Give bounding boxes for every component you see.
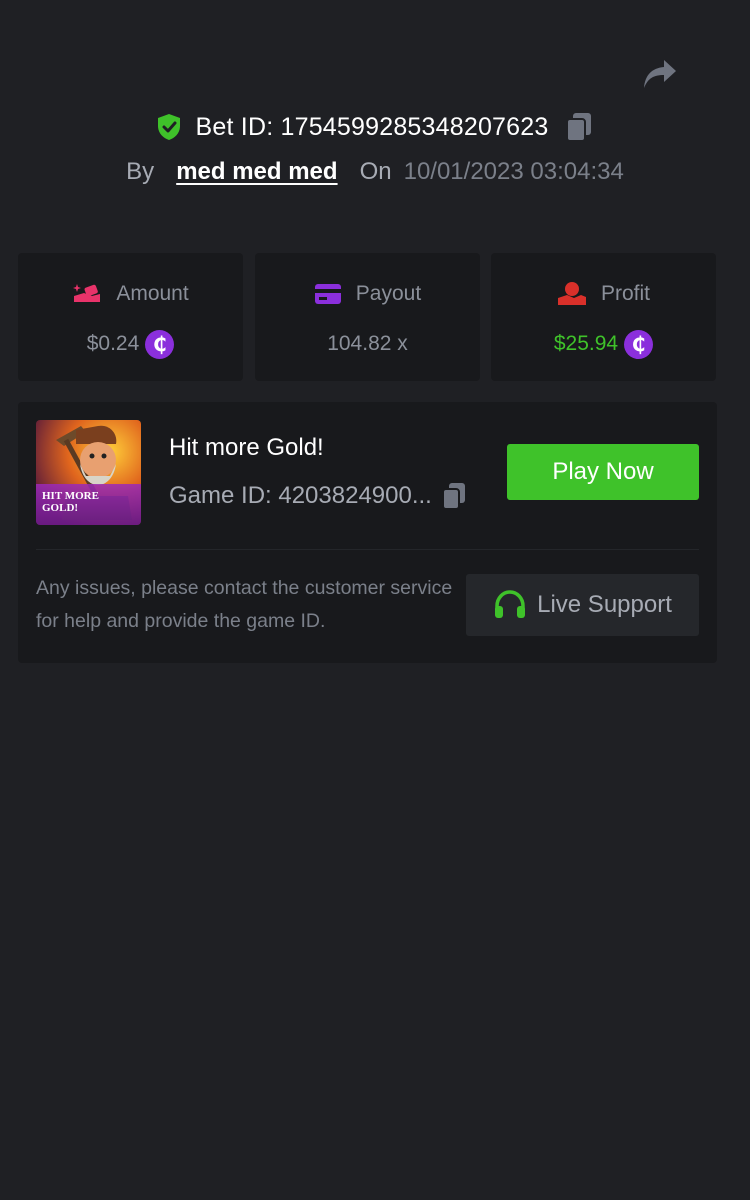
thumbnail-title: HIT MORE GOLD! (42, 490, 99, 514)
live-support-button[interactable]: Live Support (466, 574, 699, 636)
hand-money-icon (557, 282, 586, 305)
on-label: On (359, 158, 392, 185)
shield-check-icon (157, 114, 180, 140)
share-button[interactable] (640, 56, 680, 92)
amount-label: Amount (116, 282, 189, 305)
headset-icon (495, 590, 526, 618)
live-support-label: Live Support (537, 591, 672, 618)
game-id-text: Game ID: 4203824900... (169, 482, 432, 509)
profit-value: $25.94 (553, 332, 619, 355)
bet-id-row: Bet ID: 1754599285348207623 (0, 106, 750, 148)
game-card: HIT MORE GOLD! Hit more Gold! Game ID: 4… (18, 402, 717, 663)
profit-label: Profit (600, 282, 650, 305)
payout-label: Payout (355, 282, 422, 305)
card-icon (314, 284, 341, 304)
username-link[interactable]: med med med (176, 158, 337, 186)
payout-value: 104.82 x (327, 332, 408, 355)
amount-value: $0.24 (86, 332, 140, 355)
coin-icon: ₵ (145, 329, 175, 359)
coin-icon: ₵ (624, 329, 654, 359)
amount-card: Amount $0.24 ₵ (18, 253, 243, 381)
support-help-text: Any issues, please contact the customer … (36, 577, 453, 632)
bet-id-text: Bet ID: 1754599285348207623 (195, 112, 549, 141)
game-thumbnail[interactable]: HIT MORE GOLD! (36, 420, 141, 525)
divider (36, 549, 699, 550)
profit-card: Profit $25.94 ₵ (491, 253, 716, 381)
copy-bet-id-icon[interactable] (564, 111, 594, 143)
payout-card: Payout 104.82 x (255, 253, 480, 381)
by-label: By (126, 158, 155, 185)
game-id-row: Game ID: 4203824900... (169, 478, 468, 514)
bet-date: 10/01/2023 03:04:34 (403, 158, 624, 185)
bet-meta-row: By med med med On 10/01/2023 03:04:34 (0, 154, 750, 190)
play-now-button[interactable]: Play Now (507, 444, 699, 500)
copy-game-id-icon[interactable] (440, 481, 468, 511)
hand-coin-icon (73, 284, 101, 302)
share-arrow-icon (644, 60, 676, 88)
game-title: Hit more Gold! (169, 434, 324, 461)
